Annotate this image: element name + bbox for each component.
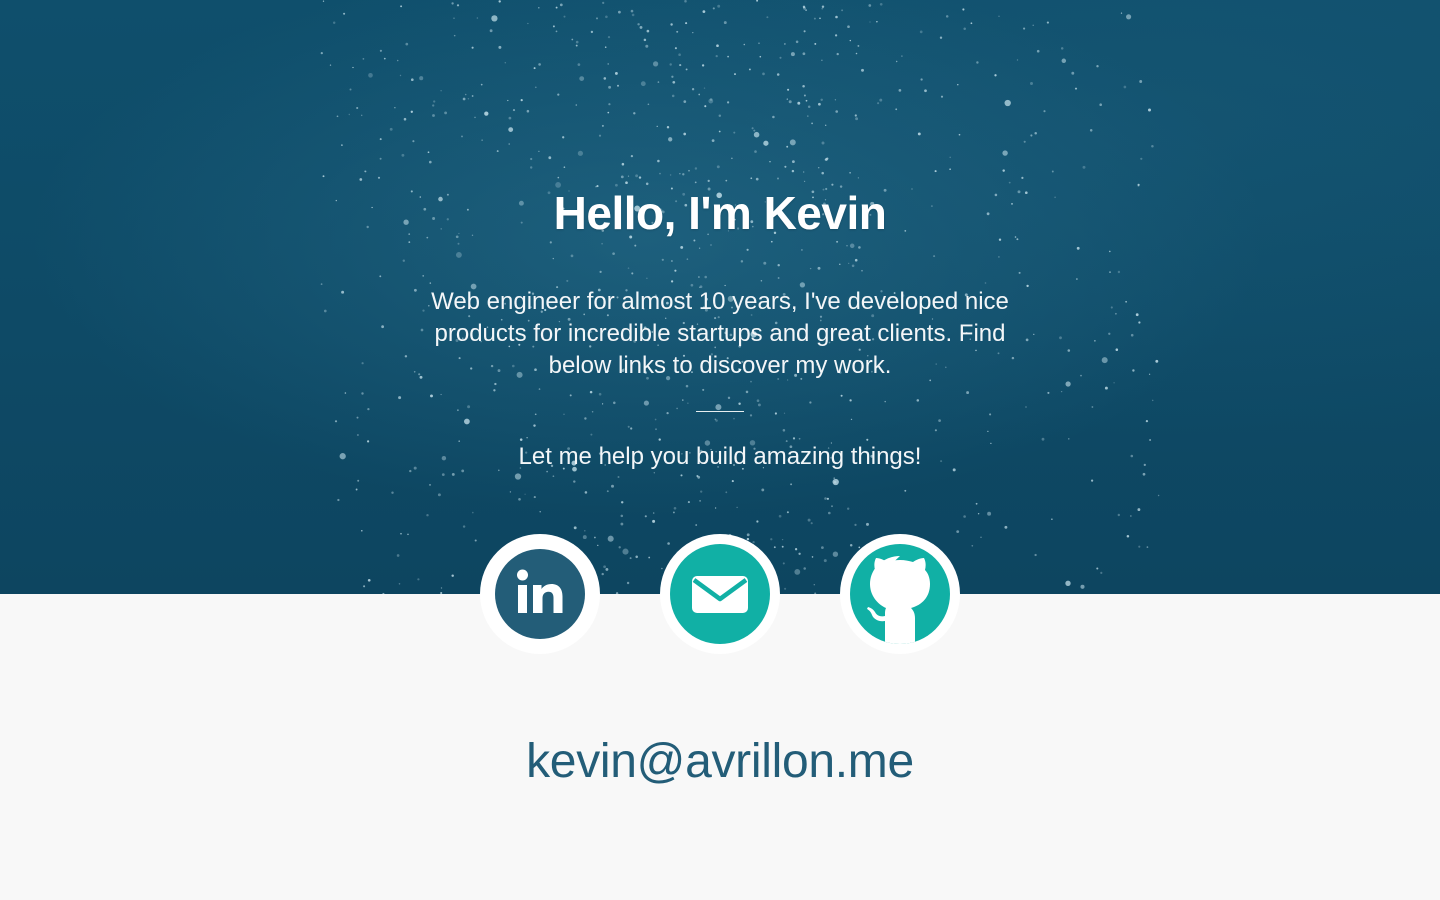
hero-description: Web engineer for almost 10 years, I've d… xyxy=(431,288,1009,379)
github-link[interactable] xyxy=(840,534,960,654)
linkedin-icon xyxy=(495,549,585,639)
email-link[interactable] xyxy=(660,534,780,654)
contact-email-link[interactable]: kevin@avrillon.me xyxy=(0,734,1440,789)
linkedin-link[interactable] xyxy=(480,534,600,654)
hero-title: Hello, I'm Kevin xyxy=(553,187,887,239)
hero-tagline: Let me help you build amazing things! xyxy=(518,443,922,470)
github-icon xyxy=(850,544,950,644)
hero-divider xyxy=(696,411,744,412)
hero-section: Hello, I'm Kevin Web engineer for almost… xyxy=(0,0,1440,594)
mail-icon xyxy=(670,544,770,644)
